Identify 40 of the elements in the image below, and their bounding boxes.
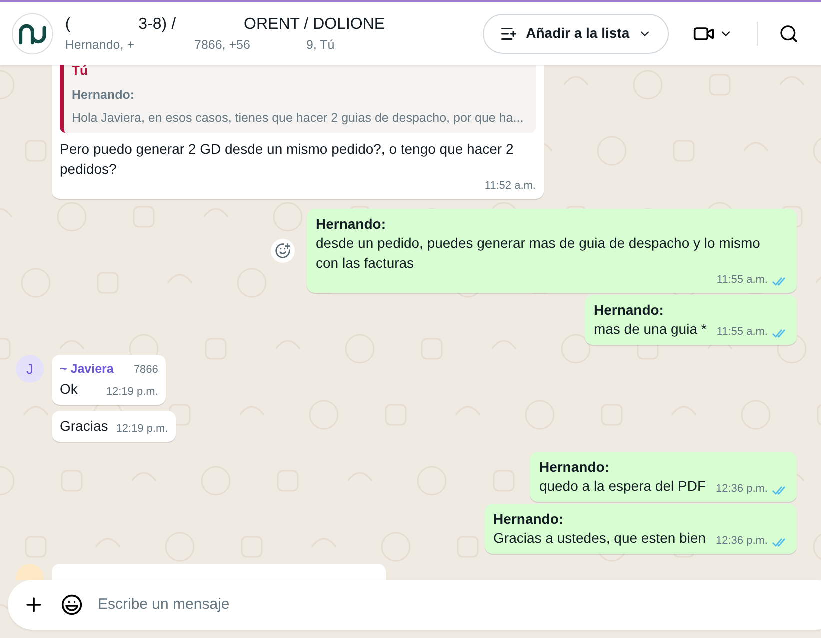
search-icon [779,24,800,44]
participants-text: 7866, +56 [194,36,250,54]
message-time: 12:19 p.m. [106,385,158,399]
quote-author: Tú [72,65,89,80]
quoted-message[interactable]: Tú Hernando: Hola Javiera, en esos casos, tienes que hacer 2 guias de despacho, por que ha... [60,65,536,134]
message-time: 11:52 a.m. [484,179,536,194]
participants-text: 9, Tú [306,36,335,54]
phone-number: 7866 [134,363,158,378]
message-time: 12:19 p.m. [116,422,168,436]
participants-text: Hernando, + [65,36,134,54]
message-text: quedo a la espera del PDF [539,477,706,496]
message-time: 11:55 a.m. [716,273,768,288]
emoji-icon [275,243,291,260]
sender-name: ~ Javiera [60,361,114,378]
message-field[interactable]: Escribe un mensaje [8,580,821,630]
message-text: Pero puedo generar 2 GD desde un mismo pedido?, o tengo que hacer 2 pedidos? [60,140,515,180]
sender-name: Hernando: [594,301,665,320]
message-time: 12:36 p.m. [716,534,768,548]
message-time: 12:36 p.m. [716,482,768,496]
sticker-button[interactable] [60,593,84,617]
message-text: Gracias [60,417,108,436]
message-text: mas de una guia * [594,320,707,340]
group-logo[interactable] [12,12,54,54]
chat-title: ORENT / DOLIONE [244,14,386,34]
message-time: 11:55 a.m. [716,325,768,340]
chat-title: ( [65,14,71,34]
sticker-icon [61,594,83,616]
chat-title: 3-8) / [138,14,176,34]
sender-name: Hernando: [539,458,610,476]
add-to-list-button[interactable]: Añadir a la lista [483,14,669,54]
message-text-input[interactable]: Escribe un mensaje [98,594,821,616]
react-button[interactable] [271,239,295,264]
message-text: desde un pedido, puedes generar mas de guia de despacho y lo mismo con las facturas [316,234,762,274]
sender-name: Hernando: [494,510,565,528]
quote-text: Hola Javiera, en esos casos, tienes que hacer 2 guias de despacho, por que ha... [72,110,525,127]
sender-name: Hernando: [316,215,387,234]
quote-sender: Hernando: [72,86,136,104]
message-text: Ok [60,380,79,399]
avatar[interactable]: J [16,355,44,384]
message-text: Gracias a ustedes, que esten bien [494,529,706,548]
